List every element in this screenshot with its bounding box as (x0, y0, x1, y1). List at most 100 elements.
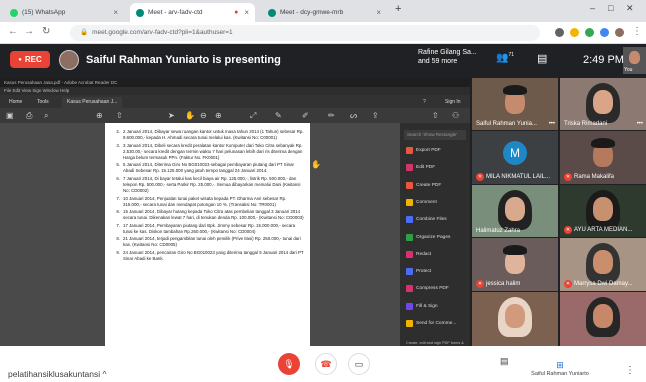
menu-kebab-icon[interactable]: ⋮ (632, 26, 642, 37)
participant-tile[interactable]: ✕ Rama Makalifa (560, 131, 646, 184)
mic-toggle-button[interactable]: 🎙 (278, 353, 300, 375)
participant-tile[interactable]: ✕ AYU ARTA MEDIAN... (560, 185, 646, 237)
sign-icon[interactable]: ᔕ (350, 111, 357, 120)
participant-name: Triska Rimadani (564, 121, 608, 127)
tool-item[interactable]: Combine Files (406, 216, 447, 224)
participant-tile[interactable]: Halimatuz Zahra (472, 185, 558, 237)
close-tab-icon[interactable]: × (113, 8, 118, 17)
close-window-icon[interactable]: ✕ (626, 3, 634, 14)
participant-name: Saiful Rahman Yunia... (476, 121, 537, 127)
tool-icon (406, 164, 413, 172)
tool-item[interactable]: Protect (406, 268, 431, 276)
tool-icon (406, 320, 413, 327)
tool-icon (406, 147, 413, 154)
item-number: 7. (116, 195, 120, 201)
back-icon[interactable]: ← (8, 26, 18, 37)
participant-name: Halimatuz Zahra (476, 228, 521, 234)
url-input[interactable]: 🔒 meet.google.com/arv-fadv-ctd?pli=1&auth… (70, 25, 540, 41)
tool-item[interactable]: Send for Comme... (406, 320, 456, 327)
close-tab-icon[interactable]: × (376, 8, 381, 17)
fit-page-icon[interactable]: ⤢ (250, 111, 256, 121)
tool-item[interactable]: Organize Pages (406, 233, 450, 241)
print-icon[interactable]: ⎙ (26, 111, 32, 121)
chat-button[interactable]: ▤ (537, 52, 547, 65)
extension-icon[interactable] (585, 28, 594, 37)
item-text: 10 Januari 2014, Penjualan tunai paket w… (123, 195, 287, 207)
participant-tile[interactable]: ✕ jessica halim (472, 238, 558, 291)
tab-document[interactable]: Kasus Perusahaan J... (62, 97, 123, 108)
draw-icon[interactable]: ✏ (328, 111, 335, 120)
participant-tile[interactable] (560, 292, 646, 346)
people-button[interactable]: 👥71 (496, 52, 514, 63)
close-tab-icon[interactable]: × (244, 8, 249, 17)
participant-tile[interactable]: Triska Rimadani ••• (560, 78, 646, 130)
tab-home[interactable]: Home (4, 97, 27, 108)
meeting-code[interactable]: pelatihansiklusakuntansi ^ (8, 369, 107, 379)
highlight-icon[interactable]: ✐ (302, 111, 309, 120)
camera-toggle-button[interactable]: ▭ (348, 353, 370, 375)
item-number: 8. (116, 209, 120, 215)
transaction-list: 2. 2 Januari 2014, Dibayar sewa ruangan k… (113, 129, 305, 263)
recording-badge: ● REC (10, 51, 50, 68)
presenting-title: Saiful Rahman Yuniarto is presenting (86, 54, 281, 66)
help-icon[interactable]: ? (418, 97, 431, 108)
profile-avatar[interactable] (615, 28, 624, 37)
participant-tile[interactable]: ✕ Marrysa Dwi Damay... (560, 238, 646, 291)
tool-item[interactable]: Comment (406, 198, 437, 206)
tab-tools[interactable]: Tools (32, 97, 54, 108)
tool-item[interactable]: Export PDF (406, 147, 441, 154)
camera-icon: ▭ (354, 358, 364, 369)
zoom-out-icon[interactable]: ⊖ (200, 111, 207, 120)
leave-call-button[interactable]: ☎ (315, 353, 337, 375)
presenter-avatar (59, 50, 79, 70)
participant-tile[interactable] (472, 292, 558, 346)
account-icon[interactable]: ⚇ (452, 111, 459, 120)
tool-icon (406, 198, 413, 206)
zoom-in-icon[interactable]: ⊕ (215, 111, 222, 120)
more-options-icon[interactable]: ••• (637, 121, 643, 127)
extension-icon[interactable] (600, 28, 609, 37)
save-icon[interactable]: ▣ (6, 111, 14, 120)
comment-icon[interactable]: ✎ (275, 111, 282, 120)
tab-meet-other[interactable]: Meet - dcy-gmwe-mrb × (262, 3, 387, 22)
maximize-icon[interactable]: □ (608, 3, 613, 13)
participant-tile[interactable]: Saiful Rahman Yunia... ••• (472, 78, 558, 130)
tab-whatsapp[interactable]: (15) WhatsApp × (4, 3, 124, 22)
hand-icon[interactable]: ✋ (185, 111, 195, 120)
participant-avatar: M (503, 141, 527, 165)
captions-icon[interactable]: ▤ (500, 356, 509, 367)
present-now-button[interactable]: ⊞ Saiful Rahman Yuniarto (530, 360, 590, 377)
reload-icon[interactable]: ↻ (42, 26, 50, 37)
tool-item[interactable]: Fill & Sign (406, 302, 438, 310)
select-cursor-icon[interactable]: ➤ (168, 111, 175, 120)
tool-item[interactable]: Compress PDF (406, 285, 449, 293)
search-icon[interactable]: ⌕ (44, 111, 48, 121)
participant-hair (503, 85, 527, 95)
tab-meet-active[interactable]: Meet - arv-fadv-ctd ● × (130, 3, 255, 22)
new-tab-button[interactable]: + (395, 3, 401, 15)
tool-item[interactable]: Create PDF (406, 181, 441, 189)
star-icon[interactable] (570, 28, 579, 37)
tools-search-input[interactable]: Search 'Show Rectangle' (404, 130, 466, 140)
item-number: 8. (116, 236, 120, 242)
more-options-icon[interactable]: ••• (549, 121, 555, 127)
zoom-in-icon[interactable]: ⊕ (96, 111, 103, 120)
participant-tile[interactable]: M ✕ MILA NIKMATUL LAIL... (472, 131, 558, 184)
acrobat-tabs: Home Tools Kasus Perusahaan J... ? Sign … (0, 95, 470, 108)
meet-icon (268, 8, 276, 17)
participant-name: ✕ MILA NIKMATUL LAIL... (476, 173, 551, 181)
forward-icon[interactable]: → (24, 26, 34, 37)
more-options-icon[interactable]: ⋮ (625, 365, 635, 376)
share-icon[interactable]: ⇪ (372, 111, 379, 120)
meeting-clock: 2:49 PM (583, 54, 624, 66)
participant-face (593, 90, 613, 114)
page-up-icon[interactable]: ⇧ (116, 111, 123, 120)
self-view-tile[interactable]: You (623, 47, 646, 74)
cursor-icon: ✋ (311, 160, 321, 169)
share-icon[interactable]: ⇧ (432, 111, 439, 120)
minimize-icon[interactable]: – (590, 3, 595, 13)
extension-icon[interactable] (555, 28, 564, 37)
tool-item[interactable]: Redact (406, 250, 431, 258)
sign-in-link[interactable]: Sign In (440, 97, 466, 108)
tool-item[interactable]: Edit PDF (406, 164, 435, 172)
